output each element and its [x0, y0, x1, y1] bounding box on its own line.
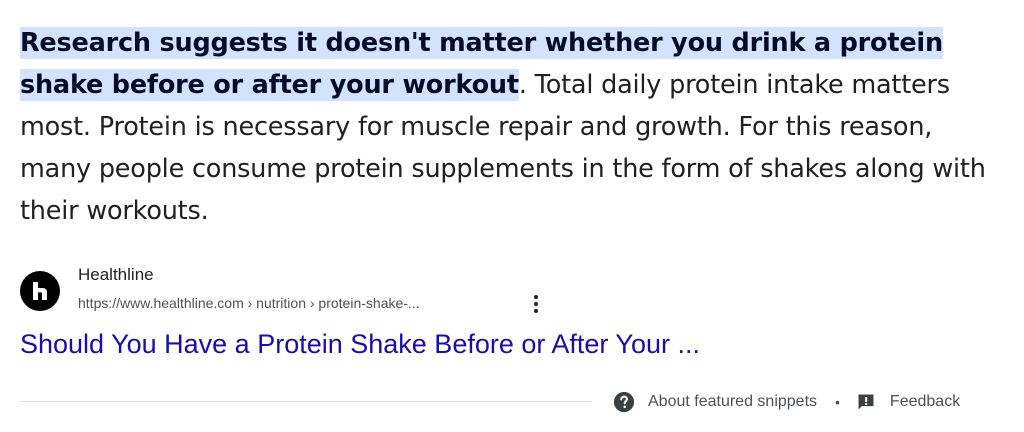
about-featured-snippets-label[interactable]: About featured snippets — [648, 393, 817, 411]
source-breadcrumb[interactable]: https://www.healthline.com › nutrition ›… — [78, 292, 420, 314]
healthline-logo-icon[interactable] — [20, 271, 60, 311]
footer-separator: • — [835, 394, 840, 410]
feedback-button[interactable]: Feedback — [854, 390, 960, 414]
more-vert-icon[interactable] — [526, 292, 546, 316]
source-attribution[interactable]: Healthline https://www.healthline.com › … — [20, 264, 920, 314]
feedback-label[interactable]: Feedback — [890, 393, 960, 411]
help-circle-icon — [612, 390, 636, 414]
feedback-icon — [854, 390, 878, 414]
about-featured-snippets-link[interactable]: About featured snippets — [612, 390, 817, 414]
result-title-link[interactable]: Should You Have a Protein Shake Before o… — [20, 326, 700, 362]
featured-snippet-text: Research suggests it doesn't matter whet… — [20, 22, 1004, 232]
source-site-name[interactable]: Healthline — [78, 264, 154, 286]
snippet-footer: About featured snippets • Feedback — [612, 388, 960, 416]
divider — [20, 401, 592, 402]
